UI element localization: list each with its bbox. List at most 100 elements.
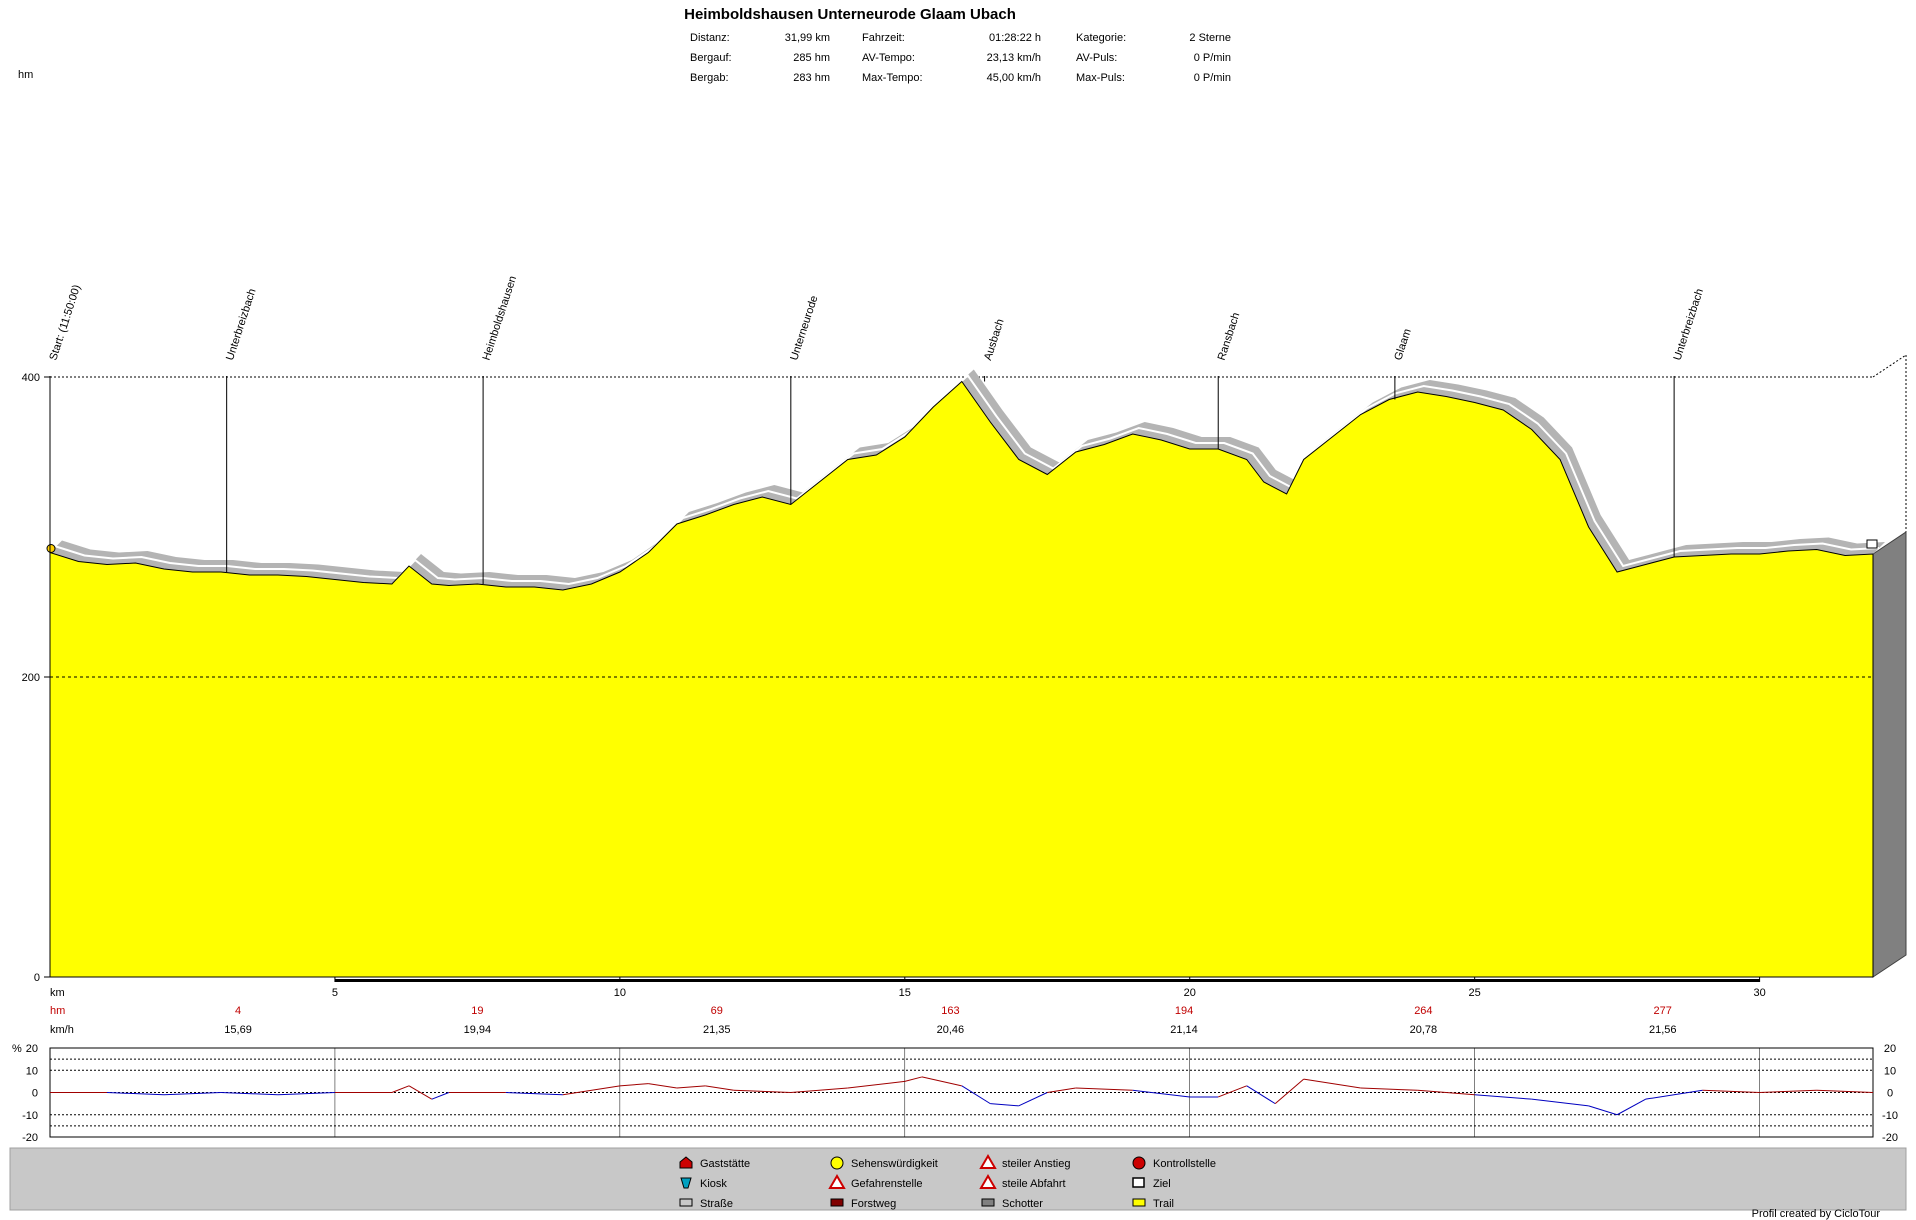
waypoint-label: Ausbach (982, 318, 1007, 362)
stop-icon (1132, 1156, 1146, 1170)
forest-swatch (830, 1198, 844, 1207)
start-bike-icon (46, 544, 56, 553)
x-tick-label: 10 (614, 987, 626, 999)
legend-label: steiler Anstieg (1002, 1158, 1070, 1170)
gravel-swatch (981, 1198, 995, 1207)
stat-value-max-tempo: 45,00 km/h (987, 72, 1041, 84)
stat-label-distanz: Distanz: (690, 32, 730, 44)
stat-label-av-puls: AV-Puls: (1076, 52, 1117, 64)
gradient-y-tick-right: 20 (1884, 1043, 1896, 1055)
x-tick-label: 30 (1753, 987, 1765, 999)
y-tick-label: 0 (34, 972, 40, 984)
segment-hm-value: 264 (1414, 1005, 1432, 1017)
legend-label: Gaststätte (700, 1158, 750, 1170)
waypoint-label: Start: (11:50:00) (47, 283, 83, 362)
road-swatch (679, 1198, 693, 1207)
legend-label: Kiosk (700, 1178, 727, 1190)
y-axis-unit-label: hm (18, 69, 33, 81)
legend-label: Schotter (1002, 1198, 1043, 1210)
stat-label-fahrzeit: Fahrzeit: (862, 32, 905, 44)
gradient-y-tick-left: -10 (22, 1110, 38, 1122)
legend-label: Trail (1153, 1198, 1174, 1210)
legend-label: Forstweg (851, 1198, 896, 1210)
finish-flag-icon (1132, 1177, 1145, 1188)
segment-hm-value: 4 (235, 1005, 241, 1017)
legend-label: Gefahrenstelle (851, 1178, 923, 1190)
waypoint-label: Ransbach (1216, 311, 1243, 362)
segment-hm-value: 277 (1654, 1005, 1672, 1017)
stat-value-distanz: 31,99 km (785, 32, 830, 44)
y-tick-label: 200 (22, 672, 40, 684)
gridline-400-depth (1872, 354, 1907, 378)
x-tick-label: 5 (332, 987, 338, 999)
legend-label: steile Abfahrt (1002, 1178, 1066, 1190)
gradient-y-tick-right: -10 (1882, 1110, 1898, 1122)
gradient-y-tick-left: 10 (26, 1065, 38, 1077)
segment-kmh-value: 21,14 (1170, 1024, 1198, 1036)
elevation-area (46, 369, 1885, 978)
stat-value-av-puls: 0 P/min (1194, 52, 1231, 64)
legend-label: Sehenswürdigkeit (851, 1158, 938, 1170)
segment-stats: hm km/h 4 15,69 19 19,94 69 21,35 163 20,46 194 21,… (50, 1005, 1676, 1036)
x-tick-label: 20 (1184, 987, 1196, 999)
segment-kmh-value: 20,46 (937, 1024, 965, 1036)
legend-label: Straße (700, 1198, 733, 1210)
gradient-y-tick-left: -20 (22, 1132, 38, 1144)
stat-label-bergauf: Bergauf: (690, 52, 732, 64)
segment-hm-value: 69 (711, 1005, 723, 1017)
smiley-icon (830, 1156, 844, 1170)
trail-swatch (1132, 1198, 1146, 1207)
surface-bar-b (619, 979, 1475, 982)
waypoint-label: Unterbreizbach (1672, 287, 1706, 362)
y-tick-label: 400 (22, 372, 40, 384)
segment-hm-label: hm (50, 1005, 65, 1017)
gradient-unit-label: % (12, 1043, 22, 1055)
gradient-y-tick-right: -20 (1882, 1132, 1898, 1144)
stat-value-kategorie: 2 Sterne (1189, 32, 1231, 44)
surface-bar-c (1474, 979, 1760, 982)
stat-value-max-puls: 0 P/min (1194, 72, 1231, 84)
segment-kmh-value: 15,69 (224, 1024, 252, 1036)
segment-hm-value: 19 (471, 1005, 483, 1017)
stat-label-max-puls: Max-Puls: (1076, 72, 1125, 84)
chart-title: Heimboldshausen Unterneurode Glaam Ubach (684, 6, 1016, 23)
segment-kmh-value: 19,94 (464, 1024, 492, 1036)
gradient-y-tick-right: 0 (1887, 1088, 1893, 1100)
waypoint-label: Heimboldshausen (481, 274, 520, 361)
gradient-y-tick-right: 10 (1884, 1065, 1896, 1077)
finish-flag-icon (1866, 539, 1878, 549)
x-tick-label: 25 (1469, 987, 1481, 999)
elevation-fill (49, 380, 1874, 978)
stat-label-bergab: Bergab: (690, 72, 729, 84)
side-wall-face (1872, 531, 1907, 978)
waypoint-label: Glaam (1392, 327, 1413, 362)
x-axis-unit-label: km (50, 987, 65, 999)
waypoint-label: Unterneurode (788, 294, 820, 362)
segment-hm-value: 194 (1175, 1005, 1193, 1017)
gradient-y-tick-left: 20 (26, 1043, 38, 1055)
y-axis-ticks: 400 200 0 (22, 372, 50, 984)
waypoint-label: Unterbreizbach (224, 287, 258, 362)
segment-kmh-label: km/h (50, 1024, 74, 1036)
surface-bar-a (334, 979, 620, 982)
stat-value-bergab: 283 hm (793, 72, 830, 84)
legend: Gaststätte Kiosk Straße Sehenswürdigkeit Gef… (9, 1147, 1907, 1211)
stats-block: Distanz: 31,99 km Bergauf: 285 hm Bergab… (690, 32, 1231, 84)
segment-kmh-value: 21,35 (703, 1024, 731, 1036)
gradient-y-tick-left: 0 (32, 1088, 38, 1100)
stat-label-kategorie: Kategorie: (1076, 32, 1126, 44)
segment-kmh-value: 21,56 (1649, 1024, 1677, 1036)
legend-label: Kontrollstelle (1153, 1158, 1216, 1170)
stat-label-max-tempo: Max-Tempo: (862, 72, 923, 84)
gradient-chart: 20 20 10 10 0 0 -10 -10 -20 -20% (12, 1043, 1898, 1144)
legend-panel (9, 1147, 1907, 1211)
legend-label: Ziel (1153, 1178, 1171, 1190)
segment-kmh-value: 20,78 (1410, 1024, 1438, 1036)
elevation-profile-chart: Heimboldshausen Unterneurode Glaam Ubach… (9, 6, 1907, 1220)
x-axis: km 5 10 15 20 25 30 (50, 976, 1873, 999)
chart-side-wall (1872, 531, 1907, 978)
credit-text: Profil created by CicloTour (1752, 1208, 1881, 1220)
stat-value-fahrzeit: 01:28:22 h (989, 32, 1041, 44)
stat-value-av-tempo: 23,13 km/h (987, 52, 1041, 64)
stat-value-bergauf: 285 hm (793, 52, 830, 64)
